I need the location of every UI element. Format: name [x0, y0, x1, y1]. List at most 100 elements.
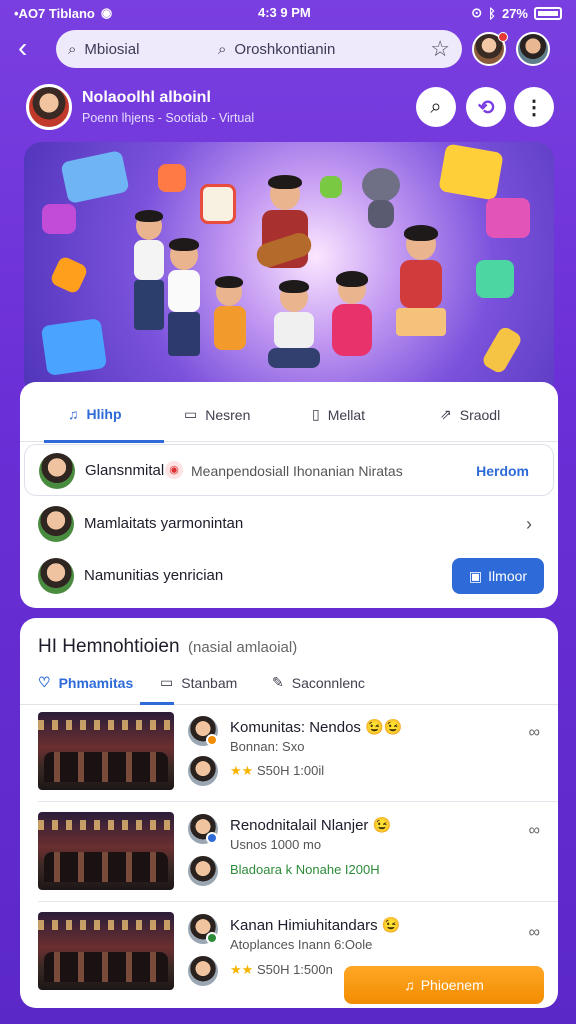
profile-avatar[interactable] [26, 84, 72, 130]
wifi-icon: ◉ [100, 5, 113, 20]
tab-share[interactable]: ⇗ Sraodl [440, 406, 500, 423]
music-icon: ♫ [68, 406, 79, 422]
link-icon[interactable]: ∞ [529, 924, 540, 942]
list-item[interactable]: Komunitas: Nendos 😉😉 Bonnan: Sxo ★★ S50H… [20, 712, 558, 812]
tab-saconnlenc[interactable]: ✎ Saconnlenc [272, 674, 365, 691]
chat-icon: ▭ [184, 406, 198, 422]
hero-illustration [24, 142, 554, 396]
avatar[interactable] [516, 32, 550, 66]
action-button-label: Ilmoor [488, 568, 528, 584]
tab-label: Mellat [327, 406, 366, 423]
tab-bar: ♫ Hlihp ▭ Nesren ▯ Mellat ⇗ Sraodl [20, 400, 558, 443]
game-tile [158, 164, 186, 192]
item-meta: ★★ S50H 1:00il [230, 763, 325, 778]
tab-communities[interactable]: ♡ Phmamitas [38, 674, 133, 691]
thumbnail-image [38, 712, 174, 790]
tab-mellat[interactable]: ▯ Mellat [312, 406, 365, 423]
carrier-label: •AO7 Tiblano [14, 5, 95, 21]
game-tile [480, 324, 524, 376]
item-title: Renodnitalail Nlanjer 😉 [230, 817, 392, 834]
search-button[interactable]: ⌕ [416, 87, 456, 127]
active-tab-indicator [140, 702, 174, 705]
music-icon: ♫ [404, 977, 415, 993]
item-meta: ★★ S50H 1:500n [230, 962, 333, 977]
profile-subtitle: Poenn lhjens - Sootiab - Virtual [82, 111, 255, 125]
tab-music[interactable]: ♫ Hlihp [68, 406, 122, 422]
status-dot [206, 734, 218, 746]
section-title: HI Hemnohtioien [38, 636, 180, 657]
rating-stars: ★★ [230, 962, 254, 977]
game-tile [438, 143, 504, 201]
avatar [188, 956, 218, 986]
list-item[interactable]: Renodnitalail Nlanjer 😉 Usnos 1000 mo Bl… [20, 812, 558, 912]
list-item-detail: Meanpendosiall Ihonanian Niratas [191, 463, 403, 479]
status-dot [206, 832, 218, 844]
profile-name: Nolaoolhl alboinl [82, 89, 211, 106]
tab-news[interactable]: ▭ Nesren [184, 406, 250, 423]
active-tab-indicator [44, 440, 164, 443]
tab-label: Phmamitas [58, 674, 134, 691]
game-tile [486, 198, 530, 238]
tab-label: Stanbam [181, 674, 238, 691]
tab-label: Nesren [205, 406, 251, 423]
community-card: HI Hemnohtioien (nasial amlaoial) ♡ Phmam… [20, 618, 558, 1008]
character [264, 280, 324, 372]
thumbnail-image [38, 812, 174, 890]
profile-header: Nolaoolhl alboinl Poenn lhjens - Sootiab… [0, 80, 576, 140]
tab-stanbam[interactable]: ▭ Stanbam [160, 674, 237, 691]
follow-button[interactable]: Herdom [476, 463, 529, 479]
item-title: Komunitas: Nendos 😉😉 [230, 719, 403, 736]
game-tile [476, 260, 514, 298]
avatar [39, 453, 75, 489]
search-text-right: Oroshkontianin [234, 40, 336, 58]
list-item-title: Mamlaitats yarmonintan [84, 515, 244, 532]
phone-icon: ▯ [312, 406, 320, 422]
character [162, 238, 206, 360]
character [326, 271, 378, 364]
item-title: Kanan Himiuhitandars 😉 [230, 917, 401, 934]
thumbnail-image [38, 912, 174, 990]
divider [38, 801, 558, 802]
game-tile [60, 150, 130, 204]
divider [38, 901, 558, 902]
list-item[interactable]: Glansnmital ◉ Meanpendosiall Ihonanian N… [24, 444, 554, 496]
share-button[interactable]: ⟲ [466, 87, 506, 127]
item-meta: Bladoara k Nonahe I200H [230, 862, 380, 877]
link-icon[interactable]: ∞ [529, 724, 540, 742]
back-button[interactable]: ‹ [18, 34, 46, 64]
heart-icon: ♡ [38, 674, 51, 690]
tab-label: Hlihp [86, 406, 122, 422]
search-text-left: Mbiosial [84, 40, 140, 58]
character [390, 225, 450, 368]
section-subtitle: (nasial amlaoial) [188, 639, 298, 656]
location-icon: ⊙ [471, 5, 483, 20]
avatar [188, 756, 218, 786]
top-bar: ‹ ⌕ Mbiosial ⌕ Oroshkontianin ☆ [0, 28, 576, 72]
avatar [188, 856, 218, 886]
battery-percent: 27% [501, 5, 528, 21]
rating-stars: ★★ [230, 763, 254, 778]
game-tile [49, 255, 89, 295]
more-icon: ⋮ [524, 96, 544, 119]
more-button[interactable]: ⋮ [514, 87, 554, 127]
user-icon: ▣ [468, 567, 483, 584]
bluetooth-icon: ᛒ [488, 5, 496, 21]
chevron-right-icon[interactable]: › [526, 514, 532, 535]
battery-icon [534, 6, 562, 20]
tab-label: Saconnlenc [291, 674, 365, 691]
chat-icon: ▭ [160, 674, 174, 690]
link-icon[interactable]: ∞ [529, 822, 540, 840]
status-dot [206, 932, 218, 944]
members-card: ♫ Hlihp ▭ Nesren ▯ Mellat ⇗ Sraodl Glansnmit… [20, 382, 558, 608]
item-subtitle: Bonnan: Sxo [230, 739, 305, 754]
search-icon: ⌕ [218, 40, 227, 58]
item-subtitle: Usnos 1000 mo [230, 837, 322, 852]
floating-action-button[interactable]: ♫ Phioenem [344, 966, 544, 1004]
action-button[interactable]: ▣ Ilmoor [452, 558, 544, 594]
play-tile [40, 318, 108, 376]
star-icon[interactable]: ☆ [430, 36, 450, 62]
cat-mascot [356, 162, 406, 232]
tab-label: Sraodl [459, 406, 501, 423]
avatar [38, 506, 74, 542]
search-bar[interactable]: ⌕ Mbiosial ⌕ Oroshkontianin ☆ [56, 30, 462, 68]
